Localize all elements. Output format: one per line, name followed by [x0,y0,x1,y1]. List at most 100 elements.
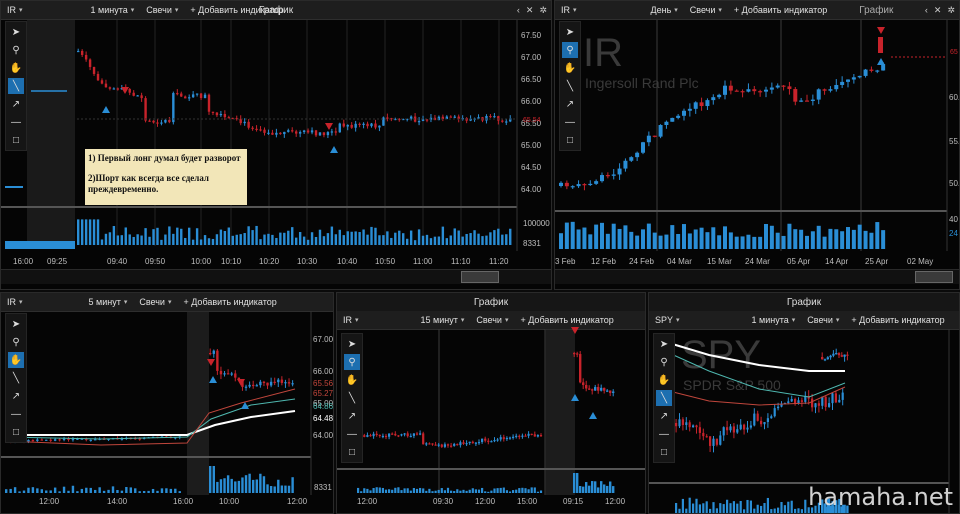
volume-bar [449,235,452,245]
candle [425,443,428,445]
volume-bar [279,232,282,245]
cursor-icon[interactable]: ➤ [656,336,672,352]
candle [215,112,219,116]
candle [881,64,886,71]
candle [600,175,604,182]
candle [136,95,139,97]
candle [533,434,536,437]
rect-icon[interactable]: □ [8,424,24,440]
arrow-icon[interactable]: ↗ [562,96,578,112]
candle [302,130,306,133]
cursor-icon[interactable]: ➤ [344,336,360,352]
candle [612,391,615,393]
volume-bar [487,491,490,493]
line-icon[interactable]: ╲ [344,390,360,406]
volume-bar [247,226,250,245]
line-icon[interactable]: ╲ [562,78,578,94]
hline-icon[interactable]: — [344,426,360,442]
zoom-icon[interactable]: ⚲ [656,354,672,370]
volume-bar [212,466,215,493]
navigator-handle[interactable] [461,271,499,283]
navigator-handle[interactable] [915,271,953,283]
candle [104,83,108,88]
arrow-icon[interactable]: ↗ [8,388,24,404]
price-chart[interactable] [1,1,552,290]
volume-bar [241,477,244,493]
hline-icon[interactable]: — [562,114,578,130]
candle [485,116,488,121]
volume-bar [409,490,412,493]
volume-bar [600,222,604,249]
candle [597,387,600,391]
hand-icon[interactable]: ✋ [562,60,578,76]
line-icon[interactable]: ╲ [656,390,672,406]
candle [419,433,422,435]
candle [499,437,502,440]
zoom-icon[interactable]: ⚲ [8,334,24,350]
hand-icon[interactable]: ✋ [344,372,360,388]
volume-bar [180,228,183,245]
line-icon[interactable]: ╲ [8,78,24,94]
candle [266,382,269,386]
volume-bar [485,235,488,245]
rect-icon[interactable]: □ [344,444,360,460]
cursor-icon[interactable]: ➤ [562,24,578,40]
volume-bar [172,233,175,245]
price-chart[interactable] [555,1,960,290]
zoom-icon[interactable]: ⚲ [344,354,360,370]
candle [277,379,280,383]
price-chart[interactable] [649,293,960,514]
navigator-bar[interactable] [555,269,959,284]
volume-bar [219,229,223,245]
rect-icon[interactable]: □ [656,444,672,460]
arrow-icon[interactable]: ↗ [656,408,672,424]
candle [96,73,100,81]
candle [582,382,585,386]
candle [681,419,684,425]
zoom-icon[interactable]: ⚲ [562,42,578,58]
candle [834,84,839,90]
drawing-toolbar: ➤ ⚲ ✋ ╲ ↗ — □ [653,333,675,463]
hand-icon[interactable]: ✋ [8,60,24,76]
candle [823,359,827,361]
candle [496,439,499,441]
volume-bar [536,491,539,493]
price-chart[interactable] [1,293,334,514]
candle [425,119,429,121]
hand-icon[interactable]: ✋ [8,352,24,368]
volume-bar [259,239,262,245]
rect-icon[interactable]: □ [562,132,578,148]
price-chart[interactable] [337,293,646,514]
volume-bar [851,229,856,249]
volume-bar [403,488,406,493]
hline-icon[interactable]: — [8,406,24,422]
candle [787,401,790,403]
axis-tick-label: 11:10 [451,257,471,266]
axis-tick-label: 11:20 [489,257,509,266]
candle [227,117,231,119]
volume-bar [585,482,588,493]
arrow-icon[interactable]: ↗ [8,96,24,112]
rect-icon[interactable]: □ [8,132,24,148]
candle [490,441,493,443]
cursor-icon[interactable]: ➤ [8,24,24,40]
line-icon[interactable]: ╲ [8,370,24,386]
hline-icon[interactable]: — [8,114,24,130]
cursor-icon[interactable]: ➤ [8,316,24,332]
volume-bar [252,479,255,493]
volume-bar [405,238,409,245]
hline-icon[interactable]: — [656,426,672,442]
zoom-icon[interactable]: ⚲ [8,42,24,58]
volume-bar [711,227,716,249]
axis-tick-label: 64.48 [313,414,334,423]
candle [773,408,776,417]
candle [252,384,255,387]
volume-bar [687,233,692,249]
candle [715,438,718,445]
volume-bar [787,501,790,513]
candle [140,95,143,99]
hand-icon[interactable]: ✋ [656,372,672,388]
arrow-icon[interactable]: ↗ [344,408,360,424]
volume-bar [207,238,211,245]
volume-bar [129,487,132,493]
